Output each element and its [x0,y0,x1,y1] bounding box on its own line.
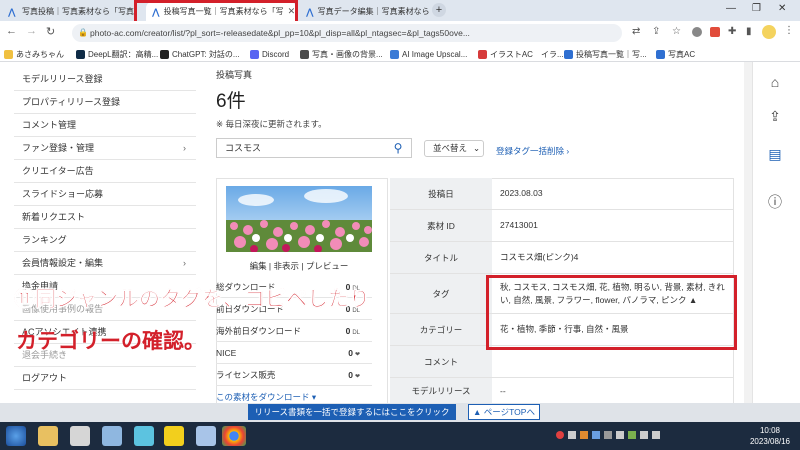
system-tray [556,431,732,441]
bookmark-item[interactable]: 写真AC [656,47,695,61]
section-title: 投稿写真 [216,70,253,80]
bookmark-item[interactable]: ChatGPT: 対話の... [160,47,240,61]
browser-tab[interactable]: ⋀ 写真データ編集｜写真素材なら ✕ [300,2,430,21]
search-icon[interactable]: ⚲ [386,139,410,157]
forward-icon[interactable]: → [26,25,37,37]
detail-row: コメント [390,346,734,378]
share-icon[interactable]: ⇪ [652,26,660,37]
sidepanel-icon[interactable]: ▮ [746,26,752,37]
page-top-button[interactable]: ▲ ページTOPへ [468,404,540,420]
download-link[interactable]: この素材をダウンロード ▾ [216,386,372,403]
minimize-icon[interactable]: — [726,3,736,14]
translate-icon[interactable]: ⇄ [632,26,640,37]
sidebar-item[interactable]: プロパティリリース登録 [14,91,196,114]
home-icon[interactable]: ⌂ [764,74,786,90]
profile-avatar[interactable] [762,25,776,39]
sidebar-item[interactable]: 新着リクエスト [14,206,196,229]
photo-actions[interactable]: 編集 | 非表示 | プレビュー [226,260,372,272]
menu-kebab-icon[interactable]: ⋮ [784,25,794,36]
annotation-caption-line2: カテゴリーの確認。 [16,330,205,353]
update-note: ※ 毎日深夜に更新されます。 [216,119,327,129]
sidebar-item[interactable]: コメント管理 [14,114,196,137]
tray-icon[interactable] [616,431,624,439]
bookmark-star-icon[interactable]: ☆ [672,26,681,37]
clock-time: 10:08 [759,426,781,435]
heart-icon: ❤ [354,352,360,358]
bookmark-item[interactable]: あさみちゃん [4,47,64,61]
upload-icon[interactable]: ⇪ [764,108,786,125]
puzzle-icon[interactable]: ✚ [728,26,736,37]
heart-icon: ❤ [354,374,360,380]
detail-row: モデルリリース -- [390,378,734,403]
taskbar-clock[interactable]: 10:08 2023/08/16 [742,425,798,447]
detail-row: 投稿日 2023.08.03 [390,178,734,210]
sort-select[interactable]: 並べ替え ⌄ [424,140,484,157]
main-panel: 投稿写真 6件 ※ 毎日深夜に更新されます。 コスモス ⚲ 並べ替え ⌄ 登録タグ… [200,62,744,403]
stat-row: ライセンス販売 0 ❤ [216,364,372,386]
clock-date: 2023/08/16 [749,437,791,446]
chevron-right-icon: › [183,143,186,153]
back-icon[interactable]: ← [6,25,17,37]
close-window-icon[interactable]: ✕ [778,3,786,14]
chevron-down-icon: ⌄ [473,143,481,153]
task-app-icon[interactable] [164,426,184,446]
browser-tab[interactable]: ⋀ 写真投稿｜写真素材なら「写真 [2,2,142,21]
tray-icon[interactable] [568,431,576,439]
bookmark-item[interactable]: AI Image Upscal... [390,47,467,61]
app-icon[interactable] [134,426,154,446]
photoac-favicon-icon: ⋀ [306,6,314,17]
url-text: photo-ac.com/creator/list/?pl_sort=-rele… [90,28,470,38]
photoac-favicon-icon: ⋀ [8,6,16,17]
speaker-icon[interactable] [640,431,648,439]
bookmark-item[interactable]: DeepL翻訳：高精... [76,47,158,61]
detail-row: 素材 ID 27413001 [390,210,734,242]
sidebar-item[interactable]: クリエイター広告 [14,160,196,183]
reload-icon[interactable]: ↻ [46,25,55,38]
bulk-release-register-button[interactable]: リリース書類を一括で登録するにはここをクリック [248,404,456,420]
tab-title: 写真データ編集｜写真素材なら [317,7,430,16]
annotation-caption-line1: ⑪同ジャンルのタグを、コピペしたり [14,288,370,312]
tray-icon[interactable] [628,431,636,439]
lock-icon: 🔒 [78,28,88,37]
maximize-icon[interactable]: ❐ [752,3,761,14]
bookmark-item[interactable]: 投稿写真一覧｜写... [564,47,647,61]
bookmark-item[interactable]: イラストAC イラ... [478,47,564,61]
bookmark-item[interactable]: Discord [250,47,289,61]
address-bar[interactable]: 🔒 photo-ac.com/creator/list/?pl_sort=-re… [72,24,622,42]
app-icon[interactable] [196,426,216,446]
sidebar-item[interactable]: スライドショー応募 [14,183,196,206]
start-icon[interactable] [6,426,26,446]
bookmark-item[interactable]: 写真・画像の背景... [300,47,383,61]
stat-row: NICE 0 ❤ [216,342,372,364]
sidebar-item[interactable]: 会員情報設定・編集 › [14,252,196,275]
result-count: 6件 [216,91,246,112]
tab-title: 写真投稿｜写真素材なら「写真 [22,7,134,16]
cosmos-photo[interactable] [226,186,372,252]
chrome-icon[interactable] [222,426,246,446]
app-icon[interactable] [70,426,90,446]
file-explorer-icon[interactable] [38,426,58,446]
bulk-tag-delete-link[interactable]: 登録タグ一括削除 › [496,145,569,157]
document-list-icon[interactable]: ▤ [764,146,786,163]
stat-row: 海外前日ダウンロード 0 DL [216,320,372,342]
tray-icon[interactable] [556,431,564,439]
search-input[interactable]: コスモス [216,138,412,158]
detail-row: タイトル コスモス畑(ピンク)4 [390,242,734,274]
sidebar-item[interactable]: ファン登録・管理 › [14,137,196,160]
sidebar-item[interactable]: ログアウト [14,367,196,390]
network-icon[interactable] [652,431,660,439]
extension-icon[interactable] [710,27,720,37]
sidebar-item[interactable]: ランキング [14,229,196,252]
highlight-box-tags [486,275,737,350]
chevron-right-icon: › [183,258,186,268]
tray-icon[interactable] [592,431,600,439]
new-tab-button[interactable]: + [432,3,446,17]
sidebar-item[interactable]: モデルリリース登録 [14,68,196,91]
help-icon[interactable]: ⓘ [764,192,786,212]
paint-icon[interactable] [102,426,122,446]
extension-icon[interactable] [692,27,702,37]
tray-icon[interactable] [604,431,612,439]
tray-icon[interactable] [580,431,588,439]
